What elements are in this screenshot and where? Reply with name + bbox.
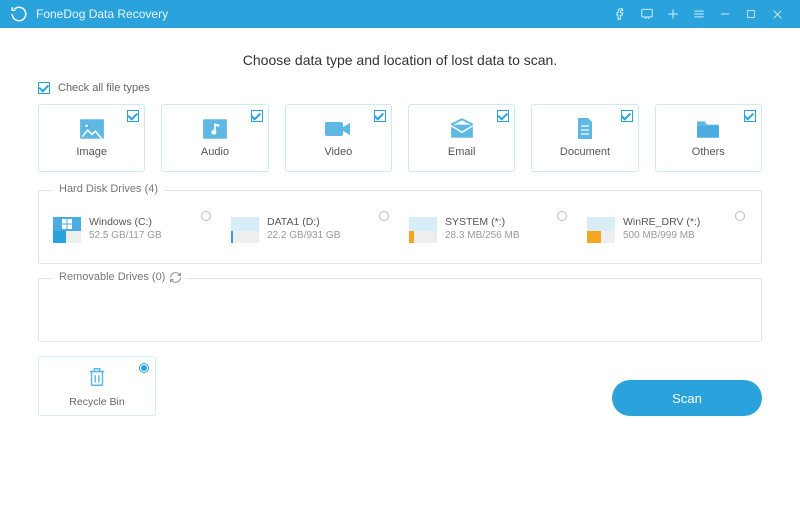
drive-icon — [409, 215, 437, 243]
drive-card[interactable]: Windows (C:)52.5 GB/117 GB — [49, 209, 217, 249]
type-checkbox[interactable] — [497, 110, 509, 122]
drive-name: SYSTEM (*:) — [445, 216, 519, 230]
type-label: Others — [692, 146, 725, 158]
drive-size: 52.5 GB/117 GB — [89, 229, 162, 242]
type-label: Video — [324, 146, 352, 158]
check-all-row[interactable]: Check all file types — [38, 82, 762, 94]
drive-name: Windows (C:) — [89, 216, 162, 230]
type-card-email[interactable]: Email — [408, 104, 515, 172]
drive-icon — [231, 215, 259, 243]
minimize-icon[interactable] — [712, 0, 738, 28]
document-icon — [571, 118, 599, 140]
type-label: Email — [448, 146, 476, 158]
drive-icon — [587, 215, 615, 243]
menu-icon[interactable] — [686, 0, 712, 28]
close-icon[interactable] — [764, 0, 790, 28]
removable-section: Removable Drives (0) — [38, 278, 762, 342]
drive-name: DATA1 (D:) — [267, 216, 340, 230]
recycle-bin-card[interactable]: Recycle Bin — [38, 356, 156, 416]
folder-icon — [694, 118, 722, 140]
drive-radio[interactable] — [557, 211, 567, 221]
maximize-icon[interactable] — [738, 0, 764, 28]
file-type-row: Image Audio Video Email Document Others — [38, 104, 762, 172]
type-checkbox[interactable] — [127, 110, 139, 122]
drive-radio[interactable] — [201, 211, 211, 221]
titlebar: FoneDog Data Recovery — [0, 0, 800, 28]
scan-button[interactable]: Scan — [612, 380, 762, 416]
type-label: Image — [76, 146, 107, 158]
check-all-checkbox[interactable] — [38, 82, 50, 94]
check-all-label: Check all file types — [58, 82, 150, 94]
drive-card[interactable]: DATA1 (D:)22.2 GB/931 GB — [227, 209, 395, 249]
drive-size: 22.2 GB/931 GB — [267, 229, 340, 242]
type-checkbox[interactable] — [251, 110, 263, 122]
feedback-icon[interactable] — [634, 0, 660, 28]
type-card-image[interactable]: Image — [38, 104, 145, 172]
drive-size: 500 MB/999 MB — [623, 229, 700, 242]
type-card-audio[interactable]: Audio — [161, 104, 268, 172]
image-icon — [78, 118, 106, 140]
drive-size: 28.3 MB/256 MB — [445, 229, 519, 242]
refresh-icon[interactable] — [165, 271, 186, 287]
type-checkbox[interactable] — [744, 110, 756, 122]
type-card-document[interactable]: Document — [531, 104, 638, 172]
drive-radio[interactable] — [735, 211, 745, 221]
drive-icon — [53, 215, 81, 243]
facebook-icon[interactable] — [608, 0, 634, 28]
drive-card[interactable]: SYSTEM (*:)28.3 MB/256 MB — [405, 209, 573, 249]
app-title: FoneDog Data Recovery — [36, 7, 168, 21]
type-checkbox[interactable] — [621, 110, 633, 122]
app-logo-icon — [10, 5, 28, 23]
page-headline: Choose data type and location of lost da… — [38, 52, 762, 68]
trash-icon — [86, 365, 108, 392]
drive-name: WinRE_DRV (*:) — [623, 216, 700, 230]
type-card-others[interactable]: Others — [655, 104, 762, 172]
audio-icon — [201, 118, 229, 140]
recycle-radio-selected[interactable] — [139, 363, 149, 373]
email-icon — [448, 118, 476, 140]
recycle-bin-label: Recycle Bin — [69, 396, 124, 408]
video-icon — [324, 118, 352, 140]
drive-radio[interactable] — [379, 211, 389, 221]
type-card-video[interactable]: Video — [285, 104, 392, 172]
hdd-section-title: Hard Disk Drives (4) — [53, 183, 164, 195]
type-label: Document — [560, 146, 610, 158]
hdd-section: Hard Disk Drives (4) Windows (C:)52.5 GB… — [38, 190, 762, 264]
drive-card[interactable]: WinRE_DRV (*:)500 MB/999 MB — [583, 209, 751, 249]
plus-icon[interactable] — [660, 0, 686, 28]
type-label: Audio — [201, 146, 229, 158]
type-checkbox[interactable] — [374, 110, 386, 122]
removable-section-title: Removable Drives (0) — [53, 271, 171, 283]
